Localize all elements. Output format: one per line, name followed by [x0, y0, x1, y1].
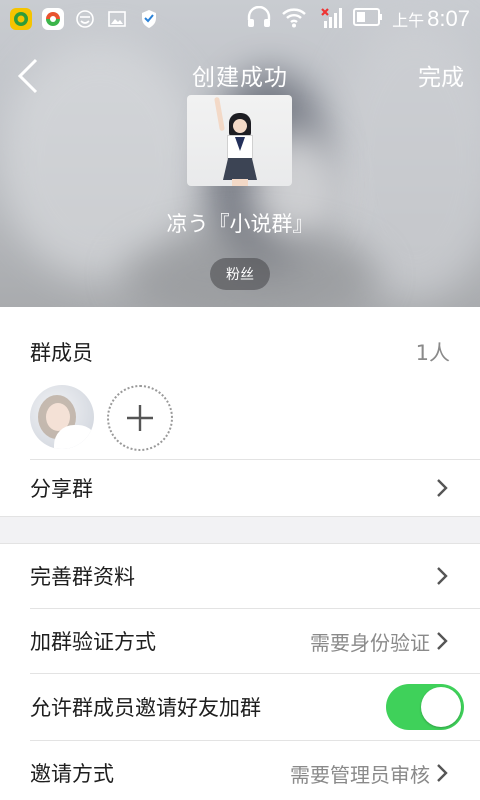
page-title: 创建成功 [192, 65, 288, 91]
battery-icon [353, 7, 383, 31]
member-avatar[interactable] [30, 385, 94, 449]
chevron-right-icon [436, 566, 450, 586]
members-count: 1人 [415, 341, 450, 365]
invite-method-value: 需要管理员审核 [290, 762, 430, 787]
wechat-like-app-icon [10, 8, 32, 30]
am-pm-label: 上午 [392, 13, 425, 30]
group-tag-badge[interactable]: 粉丝 [210, 258, 270, 290]
invite-method-label: 邀请方式 [30, 762, 114, 786]
members-label: 群成员 [30, 341, 93, 365]
group-header: 上午 8:07 创建成功 完成 凉う『小说群』 粉丝 [0, 0, 480, 307]
clock: 8:07 [427, 6, 470, 31]
no-signal-icon [316, 5, 344, 34]
allow-invite-label: 允许群成员邀请好友加群 [30, 696, 261, 720]
join-verification-row[interactable]: 加群验证方式 需要身份验证 [0, 609, 480, 673]
smiley-app-icon [74, 8, 96, 30]
wifi-icon [281, 6, 307, 33]
allow-invite-row: 允许群成员邀请好友加群 [0, 674, 480, 740]
chevron-right-icon [436, 631, 450, 651]
group-name: 凉う『小说群』 [166, 212, 314, 236]
share-group-label: 分享群 [30, 477, 93, 501]
done-button[interactable]: 完成 [418, 58, 464, 92]
allow-invite-toggle[interactable] [386, 684, 464, 730]
headset-icon [246, 5, 272, 33]
complete-info-row[interactable]: 完善群资料 [0, 544, 480, 608]
market-app-icon [42, 8, 64, 30]
complete-info-label: 完善群资料 [30, 565, 135, 589]
plus-icon [127, 405, 153, 431]
section-gap [0, 516, 480, 544]
members-row[interactable]: 群成员 1人 [0, 323, 480, 381]
join-verification-value: 需要身份验证 [310, 630, 430, 655]
gallery-icon [106, 8, 128, 30]
add-member-button[interactable] [107, 385, 173, 451]
join-verification-label: 加群验证方式 [30, 630, 156, 654]
shield-app-icon [138, 8, 160, 30]
chevron-right-icon [436, 478, 450, 498]
invite-method-row[interactable]: 邀请方式 需要管理员审核 [0, 741, 480, 800]
share-group-row[interactable]: 分享群 [0, 460, 480, 516]
group-avatar[interactable] [187, 95, 292, 186]
status-bar: 上午 8:07 [0, 0, 480, 38]
chevron-right-icon [436, 763, 450, 783]
